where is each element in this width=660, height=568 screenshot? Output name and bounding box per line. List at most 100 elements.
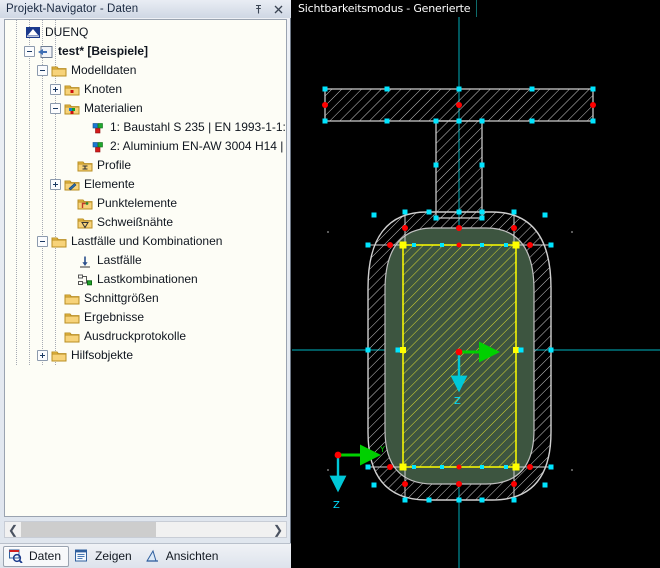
cad-node[interactable] bbox=[456, 86, 462, 92]
cad-node[interactable] bbox=[527, 242, 533, 248]
tree-item-schnittgr-en[interactable]: Schnittgrößen bbox=[5, 289, 286, 308]
scrollbar-thumb[interactable] bbox=[21, 522, 156, 537]
tree-item-test-beispiele[interactable]: test* [Beispiele] bbox=[5, 42, 286, 61]
cad-node[interactable] bbox=[384, 118, 390, 124]
tree-item-lastf-lle-und-kombinationen[interactable]: Lastfälle und Kombinationen bbox=[5, 232, 286, 251]
cad-node[interactable] bbox=[590, 86, 596, 92]
cad-node[interactable] bbox=[479, 497, 485, 503]
pin-icon[interactable] bbox=[253, 4, 264, 15]
tree-expander-plus[interactable] bbox=[50, 84, 61, 95]
cad-node[interactable] bbox=[480, 243, 484, 247]
tree-item-ausdruckprotokolle[interactable]: Ausdruckprotokolle bbox=[5, 327, 286, 346]
cad-node[interactable] bbox=[387, 464, 393, 470]
cad-node[interactable] bbox=[504, 243, 508, 247]
navigator-tree[interactable]: DUENQ test* [Beispiele] Modelldaten Knoten M… bbox=[4, 19, 287, 517]
tree-item-1-baustahl-s-235-en-1993-1-1-200[interactable]: 1: Baustahl S 235 | EN 1993-1-1:200 bbox=[5, 118, 286, 137]
tree-item-lastkombinationen[interactable]: Lastkombinationen bbox=[5, 270, 286, 289]
cad-node[interactable] bbox=[548, 347, 554, 353]
cad-node[interactable] bbox=[322, 118, 328, 124]
cad-node[interactable] bbox=[371, 482, 377, 488]
cad-node[interactable] bbox=[529, 86, 535, 92]
scrollbar-track[interactable] bbox=[21, 522, 270, 537]
cad-node[interactable] bbox=[322, 102, 328, 108]
cad-node[interactable] bbox=[456, 464, 462, 470]
cad-node[interactable] bbox=[426, 497, 432, 503]
cad-node[interactable] bbox=[518, 347, 524, 353]
cad-node[interactable] bbox=[322, 86, 328, 92]
tree-item-hilfsobjekte[interactable]: Hilfsobjekte bbox=[5, 346, 286, 365]
tree-expander-minus[interactable] bbox=[24, 46, 35, 57]
cad-node[interactable] bbox=[399, 463, 407, 471]
cad-node[interactable] bbox=[400, 347, 406, 353]
cad-node[interactable] bbox=[512, 241, 520, 249]
cad-node[interactable] bbox=[433, 162, 439, 168]
cad-node[interactable] bbox=[456, 118, 462, 124]
cad-node[interactable] bbox=[456, 209, 462, 215]
cad-node[interactable] bbox=[456, 102, 462, 108]
cad-node[interactable] bbox=[479, 215, 485, 221]
cad-node[interactable] bbox=[426, 209, 432, 215]
cad-node[interactable] bbox=[371, 212, 377, 218]
cad-node[interactable] bbox=[527, 464, 533, 470]
cad-node[interactable] bbox=[542, 212, 548, 218]
cad-node[interactable] bbox=[479, 162, 485, 168]
cad-node[interactable] bbox=[456, 242, 462, 248]
tree-expander-minus[interactable] bbox=[37, 65, 48, 76]
cad-node[interactable] bbox=[440, 465, 444, 469]
cad-node[interactable] bbox=[412, 465, 416, 469]
tree-expander-minus[interactable] bbox=[37, 236, 48, 247]
scroll-left-arrow[interactable]: ❮ bbox=[5, 522, 21, 537]
tree-item-duenq[interactable]: DUENQ bbox=[5, 23, 286, 42]
cad-node[interactable] bbox=[384, 86, 390, 92]
tree-expander-minus[interactable] bbox=[50, 103, 61, 114]
cad-node[interactable] bbox=[513, 347, 519, 353]
tree-item-lastf-lle[interactable]: Lastfälle bbox=[5, 251, 286, 270]
cad-node[interactable] bbox=[456, 481, 462, 487]
cad-node[interactable] bbox=[511, 497, 517, 503]
tab-zeigen[interactable]: Zeigen bbox=[69, 546, 140, 567]
cad-node[interactable] bbox=[542, 482, 548, 488]
cad-node[interactable] bbox=[365, 464, 371, 470]
cad-node[interactable] bbox=[456, 225, 462, 231]
cad-node[interactable] bbox=[590, 102, 596, 108]
cad-viewport[interactable]: Z Z Y Sichtbarkeitsmodus - Generierte bbox=[292, 0, 660, 568]
close-icon[interactable] bbox=[273, 4, 284, 15]
tab-ansichten[interactable]: Ansichten bbox=[140, 546, 227, 567]
cad-node[interactable] bbox=[504, 465, 508, 469]
cad-node[interactable] bbox=[512, 463, 520, 471]
cad-node[interactable] bbox=[479, 209, 485, 215]
cad-node[interactable] bbox=[387, 242, 393, 248]
horizontal-scrollbar[interactable]: ❮ ❯ bbox=[4, 521, 287, 538]
cad-node[interactable] bbox=[548, 242, 554, 248]
cad-node[interactable] bbox=[511, 209, 517, 215]
cad-node[interactable] bbox=[433, 118, 439, 124]
cad-node[interactable] bbox=[399, 241, 407, 249]
tree-expander-plus[interactable] bbox=[37, 350, 48, 361]
tab-daten[interactable]: Daten bbox=[3, 545, 70, 567]
cad-node[interactable] bbox=[412, 243, 416, 247]
cad-node[interactable] bbox=[402, 225, 408, 231]
cad-node[interactable] bbox=[402, 481, 408, 487]
tree-item-punktelemente[interactable]: Punktelemente bbox=[5, 194, 286, 213]
tree-item-profile[interactable]: Profile bbox=[5, 156, 286, 175]
cad-node[interactable] bbox=[529, 118, 535, 124]
tree-expander-plus[interactable] bbox=[50, 179, 61, 190]
cad-node[interactable] bbox=[402, 209, 408, 215]
tree-item-2-aluminium-en-aw-3004-h14-e[interactable]: 2: Aluminium EN-AW 3004 H14 | E bbox=[5, 137, 286, 156]
cad-node[interactable] bbox=[548, 464, 554, 470]
cad-node[interactable] bbox=[433, 215, 439, 221]
cad-node[interactable] bbox=[365, 242, 371, 248]
cad-node[interactable] bbox=[440, 243, 444, 247]
cad-node[interactable] bbox=[456, 497, 462, 503]
tree-item-ergebnisse[interactable]: Ergebnisse bbox=[5, 308, 286, 327]
tree-item-knoten[interactable]: Knoten bbox=[5, 80, 286, 99]
cad-node[interactable] bbox=[479, 118, 485, 124]
tree-item-schwei-n-hte[interactable]: Schweißnähte bbox=[5, 213, 286, 232]
cad-node[interactable] bbox=[365, 347, 371, 353]
cad-node[interactable] bbox=[511, 481, 517, 487]
tree-item-modelldaten[interactable]: Modelldaten bbox=[5, 61, 286, 80]
tree-item-materialien[interactable]: Materialien bbox=[5, 99, 286, 118]
cad-node[interactable] bbox=[395, 347, 401, 353]
cad-node[interactable] bbox=[590, 118, 596, 124]
cad-node[interactable] bbox=[511, 225, 517, 231]
